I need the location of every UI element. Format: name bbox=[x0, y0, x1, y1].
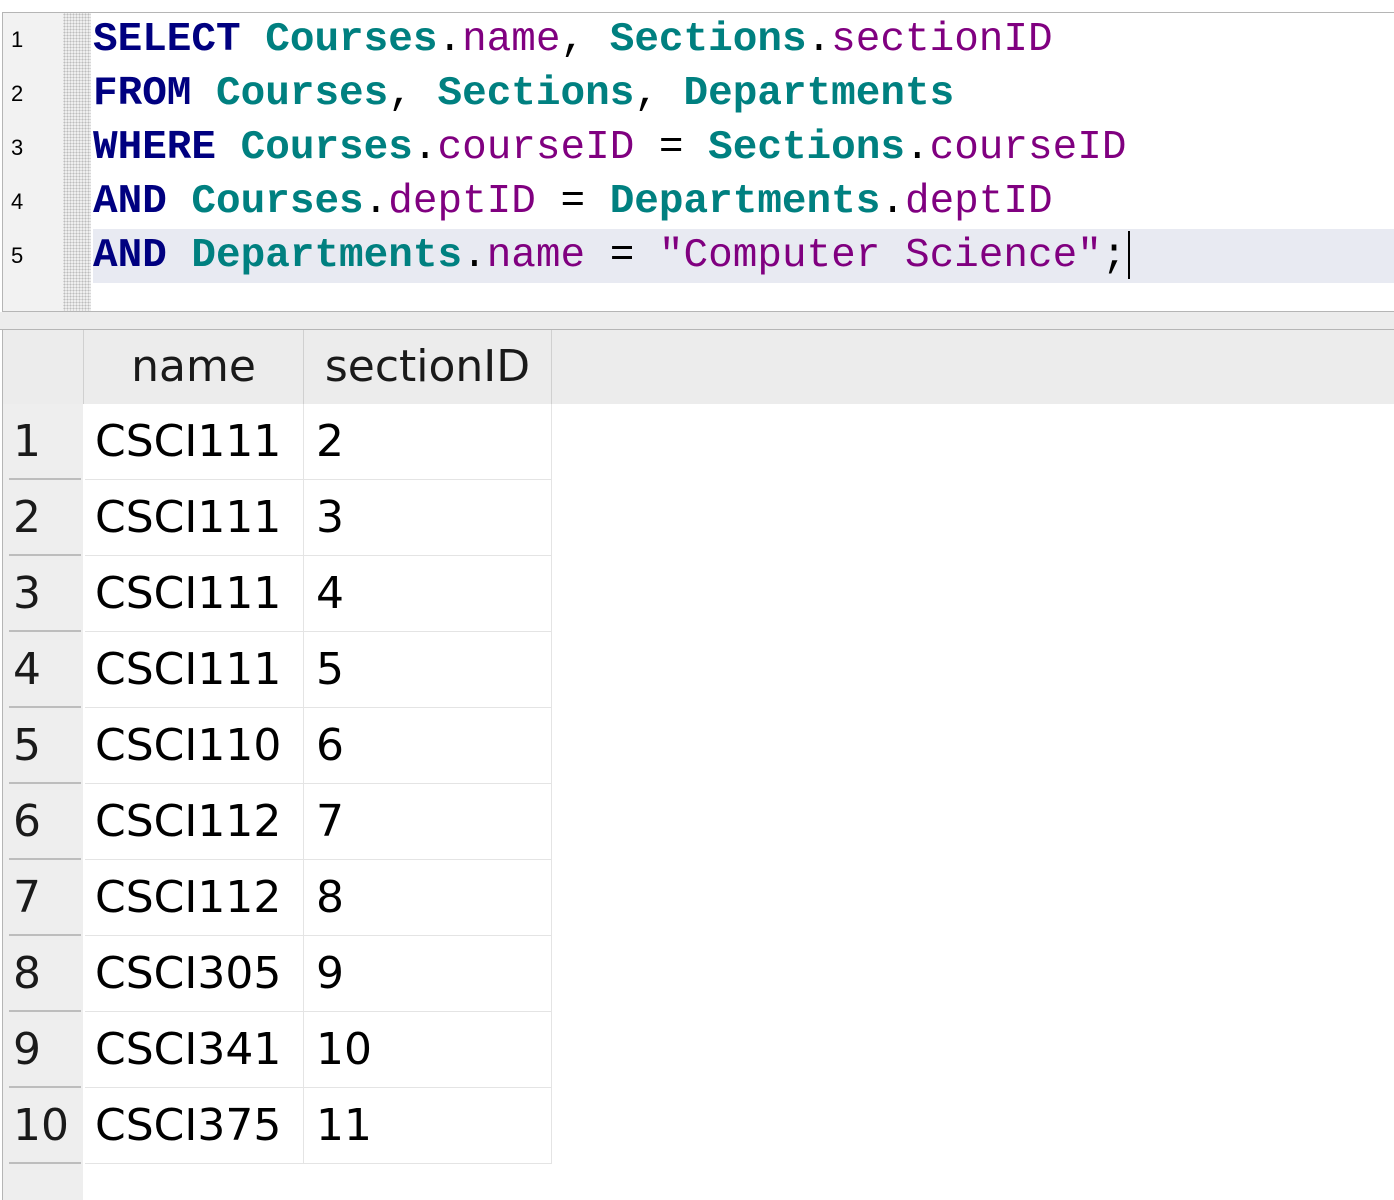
sql-token: . bbox=[880, 179, 905, 225]
cell-sectionid[interactable]: 8 bbox=[304, 860, 552, 936]
cell-sectionid[interactable]: 7 bbox=[304, 784, 552, 860]
cell-sectionid[interactable]: 11 bbox=[304, 1088, 552, 1164]
pane-splitter[interactable] bbox=[0, 312, 1394, 330]
row-number[interactable]: 2 bbox=[9, 480, 81, 556]
cell-name[interactable]: CSCI110 bbox=[85, 708, 304, 784]
line-number: 5 bbox=[11, 243, 24, 268]
sql-token: , bbox=[388, 71, 438, 117]
column-header-row: name sectionID bbox=[3, 330, 1394, 404]
results-grid[interactable]: name sectionID 1 CSCI111 2 2 CSCI111 3 3 CSCI11… bbox=[2, 330, 1394, 1200]
cell-name[interactable]: CSCI111 bbox=[85, 556, 304, 632]
row-number[interactable]: 8 bbox=[9, 936, 81, 1012]
code-line[interactable]: AND Courses.deptID = Departments.deptID bbox=[93, 175, 1394, 229]
sql-token: . bbox=[904, 125, 930, 171]
sql-token: SELECT bbox=[93, 17, 241, 63]
cell-sectionid[interactable]: 10 bbox=[304, 1012, 552, 1088]
cell-name[interactable]: CSCI111 bbox=[85, 404, 304, 480]
row-number[interactable]: 7 bbox=[9, 860, 81, 936]
sql-token: Sections bbox=[708, 125, 905, 171]
column-header-sectionid[interactable]: sectionID bbox=[304, 330, 552, 404]
sql-token: Departments bbox=[191, 233, 463, 279]
sql-token: deptID bbox=[904, 179, 1053, 225]
cell-sectionid[interactable]: 5 bbox=[304, 632, 552, 708]
line-number: 4 bbox=[11, 189, 24, 214]
cell-name[interactable]: CSCI112 bbox=[85, 784, 304, 860]
sql-token: . bbox=[437, 17, 463, 63]
row-number[interactable]: 10 bbox=[9, 1088, 81, 1164]
cell-sectionid[interactable]: 9 bbox=[304, 936, 552, 1012]
sql-token: Courses bbox=[216, 71, 389, 117]
row-number[interactable]: 9 bbox=[9, 1012, 81, 1088]
sql-token: Departments bbox=[609, 179, 881, 225]
sql-token: . bbox=[462, 233, 487, 279]
sql-token: Departments bbox=[683, 71, 955, 117]
sql-token: courseID bbox=[437, 125, 635, 171]
sql-token: sectionID bbox=[831, 17, 1053, 63]
sql-token: FROM bbox=[93, 71, 192, 117]
column-header-name[interactable]: name bbox=[83, 330, 304, 404]
cell-name[interactable]: CSCI341 bbox=[85, 1012, 304, 1088]
sql-token: Courses bbox=[240, 125, 413, 171]
sql-token: Courses bbox=[191, 179, 364, 225]
text-caret bbox=[1128, 231, 1131, 280]
code-line[interactable]: SELECT Courses.name, Sections.sectionID bbox=[93, 13, 1394, 67]
sql-token: = bbox=[634, 125, 709, 171]
row-number[interactable]: 4 bbox=[9, 632, 81, 708]
cell-name[interactable]: CSCI112 bbox=[85, 860, 304, 936]
row-number[interactable]: 5 bbox=[9, 708, 81, 784]
sql-token: name bbox=[486, 233, 586, 279]
sql-token: WHERE bbox=[93, 125, 217, 171]
row-number[interactable]: 1 bbox=[9, 404, 81, 480]
sql-token: Courses bbox=[265, 17, 438, 63]
sql-token: courseID bbox=[929, 125, 1127, 171]
sql-token: . bbox=[412, 125, 438, 171]
sql-token: . bbox=[363, 179, 389, 225]
fold-margin bbox=[63, 13, 91, 311]
sql-token: AND bbox=[93, 179, 167, 225]
row-number[interactable]: 3 bbox=[9, 556, 81, 632]
cell-sectionid[interactable]: 6 bbox=[304, 708, 552, 784]
code-line[interactable]: FROM Courses, Sections, Departments bbox=[93, 67, 1394, 121]
row-number[interactable]: 6 bbox=[9, 784, 81, 860]
line-number: 1 bbox=[11, 27, 24, 52]
code-line[interactable]: WHERE Courses.courseID = Sections.course… bbox=[93, 121, 1394, 175]
sql-token: Sections bbox=[609, 17, 807, 63]
sql-token: "Computer Science" bbox=[658, 233, 1102, 279]
sql-token: AND bbox=[93, 233, 167, 279]
sql-token: name bbox=[462, 17, 561, 63]
sql-token: = bbox=[585, 233, 659, 279]
sql-token: . bbox=[806, 17, 832, 63]
sql-editor[interactable]: SELECT Courses.name, Sections.sectionID F… bbox=[2, 12, 1394, 312]
line-number: 2 bbox=[11, 81, 24, 106]
sql-token: = bbox=[535, 179, 610, 225]
sql-token: , bbox=[634, 71, 684, 117]
cell-name[interactable]: CSCI375 bbox=[85, 1088, 304, 1164]
sql-token: Sections bbox=[437, 71, 635, 117]
cell-sectionid[interactable]: 3 bbox=[304, 480, 552, 556]
cell-name[interactable]: CSCI305 bbox=[85, 936, 304, 1012]
code-line[interactable]: AND Departments.name = "Computer Science… bbox=[93, 229, 1394, 283]
sql-token: deptID bbox=[388, 179, 536, 225]
line-number: 3 bbox=[11, 135, 24, 160]
sql-token: , bbox=[560, 17, 610, 63]
cell-sectionid[interactable]: 4 bbox=[304, 556, 552, 632]
cell-name[interactable]: CSCI111 bbox=[85, 480, 304, 556]
cell-name[interactable]: CSCI111 bbox=[85, 632, 304, 708]
sql-token: ; bbox=[1101, 233, 1127, 279]
cell-sectionid[interactable]: 2 bbox=[304, 404, 552, 480]
